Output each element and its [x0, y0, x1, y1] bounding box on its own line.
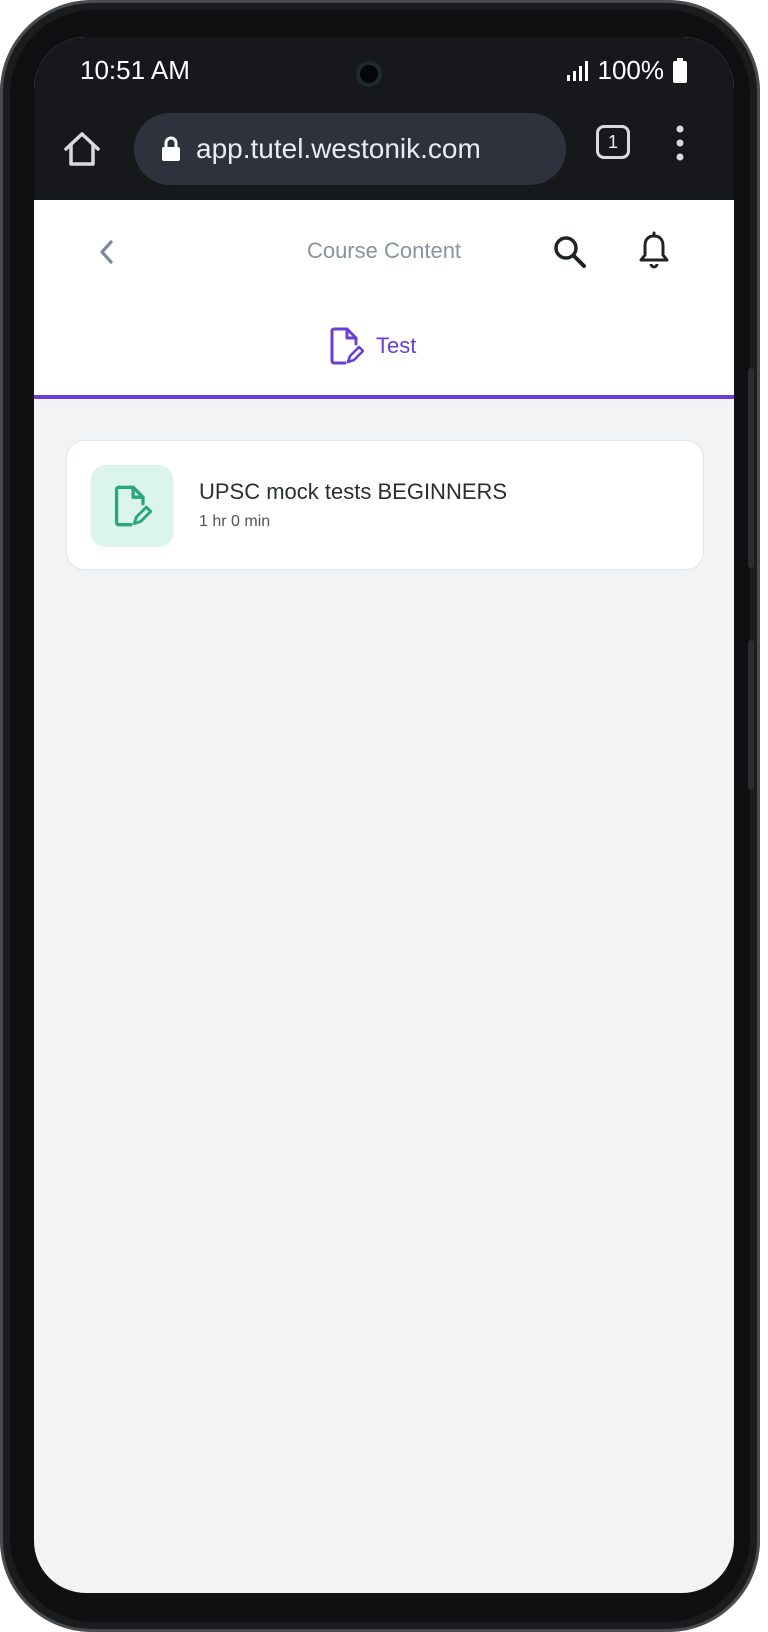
- screen: 10:51 AM 100% app.tutel.westonik.com 1 C…: [34, 37, 734, 1593]
- tab-test-label: Test: [376, 333, 417, 358]
- url-text: app.tutel.westonik.com: [196, 133, 481, 164]
- volume-button: [748, 368, 754, 568]
- phone-frame: 10:51 AM 100% app.tutel.westonik.com 1 C…: [0, 0, 760, 1632]
- test-icon-tile: [91, 465, 173, 547]
- status-indicators: 100%: [566, 55, 689, 86]
- lock-icon: [162, 136, 180, 161]
- more-menu-icon[interactable]: [670, 123, 690, 163]
- url-bar[interactable]: app.tutel.westonik.com: [134, 113, 566, 185]
- test-document-icon: [114, 485, 152, 527]
- item-title: UPSC mock tests BEGINNERS: [199, 479, 508, 504]
- battery-percent: 100%: [597, 55, 665, 85]
- test-document-icon: [330, 327, 364, 365]
- notification-bell-icon[interactable]: [634, 230, 674, 270]
- tab-test[interactable]: Test: [328, 326, 416, 366]
- item-duration: 1 hr 0 min: [199, 513, 271, 530]
- battery-icon: [673, 57, 687, 83]
- app-header: Course Content: [34, 200, 734, 310]
- home-icon[interactable]: [62, 129, 102, 169]
- signal-icon: [566, 60, 588, 81]
- front-camera: [356, 61, 382, 87]
- power-button: [748, 640, 754, 790]
- status-time: 10:51 AM: [80, 55, 190, 85]
- tab-switcher-button[interactable]: 1: [596, 125, 630, 159]
- page-title: Course Content: [306, 238, 462, 263]
- search-icon[interactable]: [550, 232, 590, 272]
- list-item[interactable]: UPSC mock tests BEGINNERS 1 hr 0 min: [66, 440, 704, 570]
- content-tabs: Test: [34, 310, 734, 399]
- status-bar: 10:51 AM 100%: [34, 37, 734, 109]
